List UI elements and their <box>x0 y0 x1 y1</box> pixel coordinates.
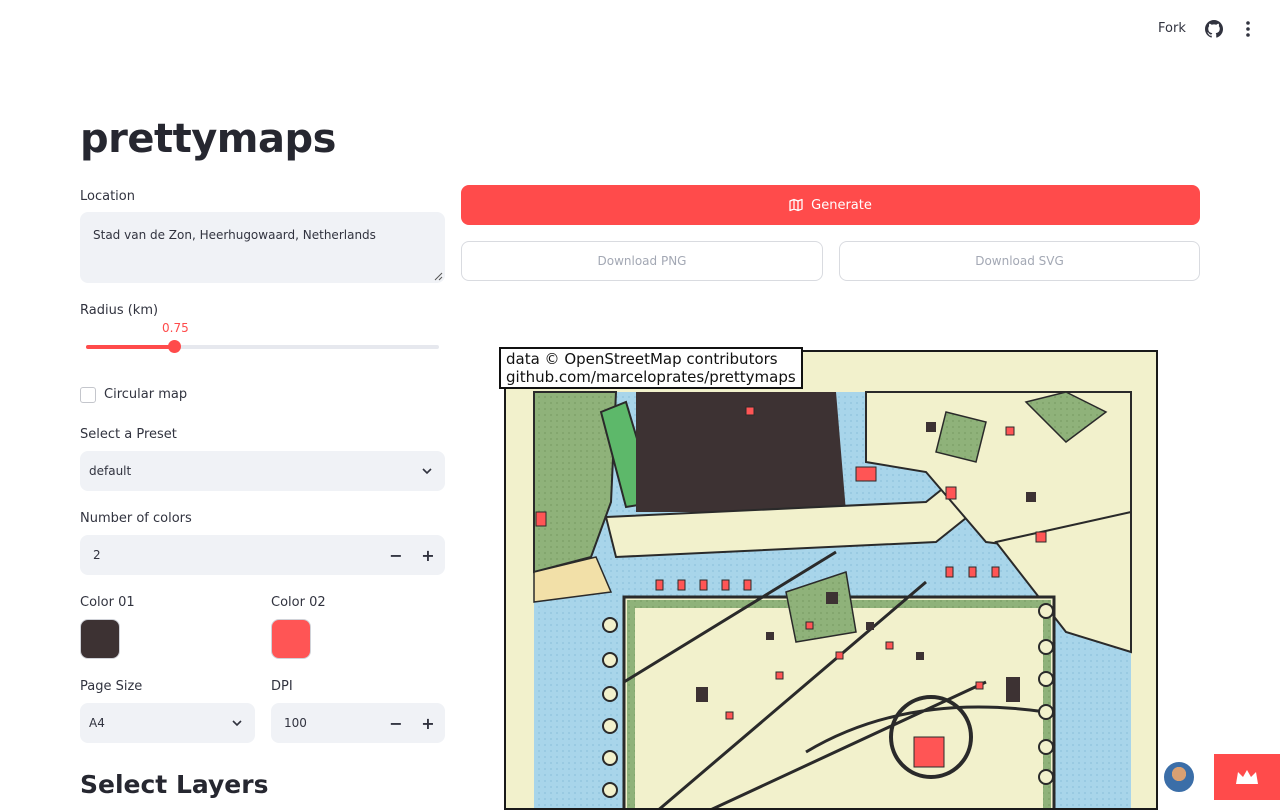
location-value: Stad van de Zon, Heerhugowaard, Netherla… <box>93 228 376 242</box>
avatar[interactable] <box>1162 760 1196 794</box>
num-colors-label: Number of colors <box>80 511 192 526</box>
github-icon[interactable] <box>1205 20 1223 38</box>
radius-slider-thumb[interactable] <box>168 340 181 353</box>
page-size-label: Page Size <box>80 679 143 694</box>
app-title: prettymaps <box>80 116 336 162</box>
map-icon <box>789 198 803 212</box>
streamlit-badge-button[interactable] <box>1214 754 1280 800</box>
download-png-label: Download PNG <box>597 254 687 268</box>
decrement-button[interactable]: − <box>385 544 407 566</box>
preset-label: Select a Preset <box>80 427 177 442</box>
decrement-button[interactable]: − <box>385 712 407 734</box>
chevron-down-icon <box>232 720 242 727</box>
color-02-swatch[interactable] <box>271 619 311 659</box>
circular-map-label: Circular map <box>104 387 188 402</box>
page-size-value: A4 <box>89 716 105 730</box>
download-svg-label: Download SVG <box>975 254 1064 268</box>
location-label: Location <box>80 189 135 204</box>
page-size-select[interactable]: A4 <box>80 703 255 743</box>
increment-button[interactable]: + <box>417 712 439 734</box>
color-01-swatch[interactable] <box>80 619 120 659</box>
chevron-down-icon <box>422 468 432 475</box>
attribution-osm: data © OpenStreetMap contributors <box>506 350 778 368</box>
top-bar: Fork <box>0 0 1280 58</box>
preset-select[interactable]: default <box>80 451 445 491</box>
radius-slider-fill <box>86 345 175 349</box>
crown-icon <box>1236 770 1258 784</box>
color-02-label: Color 02 <box>271 595 326 610</box>
radius-label: Radius (km) <box>80 303 159 318</box>
fork-link[interactable]: Fork <box>1158 21 1186 36</box>
attribution-github: github.com/marceloprates/prettymaps <box>506 368 796 386</box>
more-menu-icon[interactable] <box>1238 19 1258 39</box>
download-png-button[interactable]: Download PNG <box>461 241 823 281</box>
location-input[interactable]: Stad van de Zon, Heerhugowaard, Netherla… <box>80 212 445 283</box>
generate-button[interactable]: Generate <box>461 185 1200 225</box>
map-image <box>506 352 1156 808</box>
dpi-input[interactable]: 100 − + <box>271 703 445 743</box>
num-colors-input[interactable]: 2 − + <box>80 535 445 575</box>
num-colors-value: 2 <box>93 548 101 562</box>
color-01-label: Color 01 <box>80 595 135 610</box>
dpi-label: DPI <box>271 679 293 694</box>
circular-map-checkbox[interactable] <box>80 387 96 403</box>
radius-value: 0.75 <box>162 321 189 335</box>
map-attribution: data © OpenStreetMap contributors github… <box>499 347 803 389</box>
radius-slider-track[interactable] <box>86 345 439 349</box>
download-svg-button[interactable]: Download SVG <box>839 241 1200 281</box>
increment-button[interactable]: + <box>417 544 439 566</box>
dpi-value: 100 <box>284 716 307 730</box>
generate-label: Generate <box>811 197 872 213</box>
map-preview <box>504 350 1158 810</box>
resize-grip-icon[interactable] <box>434 272 443 281</box>
select-layers-heading: Select Layers <box>80 770 269 799</box>
preset-value: default <box>89 464 132 478</box>
